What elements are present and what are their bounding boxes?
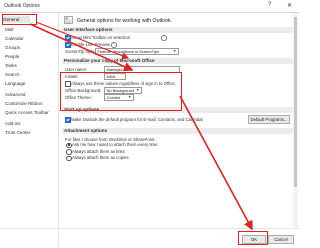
outlook-options-window: Outlook Options ? ✕ General Mail Calenda… [0, 0, 300, 247]
annotation-arrow-to-personalize [29, 23, 134, 72]
annotation-arrow-to-screentip [35, 21, 130, 60]
annotation-arrows [29, 21, 253, 231]
annotation-arrow-to-ok [179, 95, 253, 231]
